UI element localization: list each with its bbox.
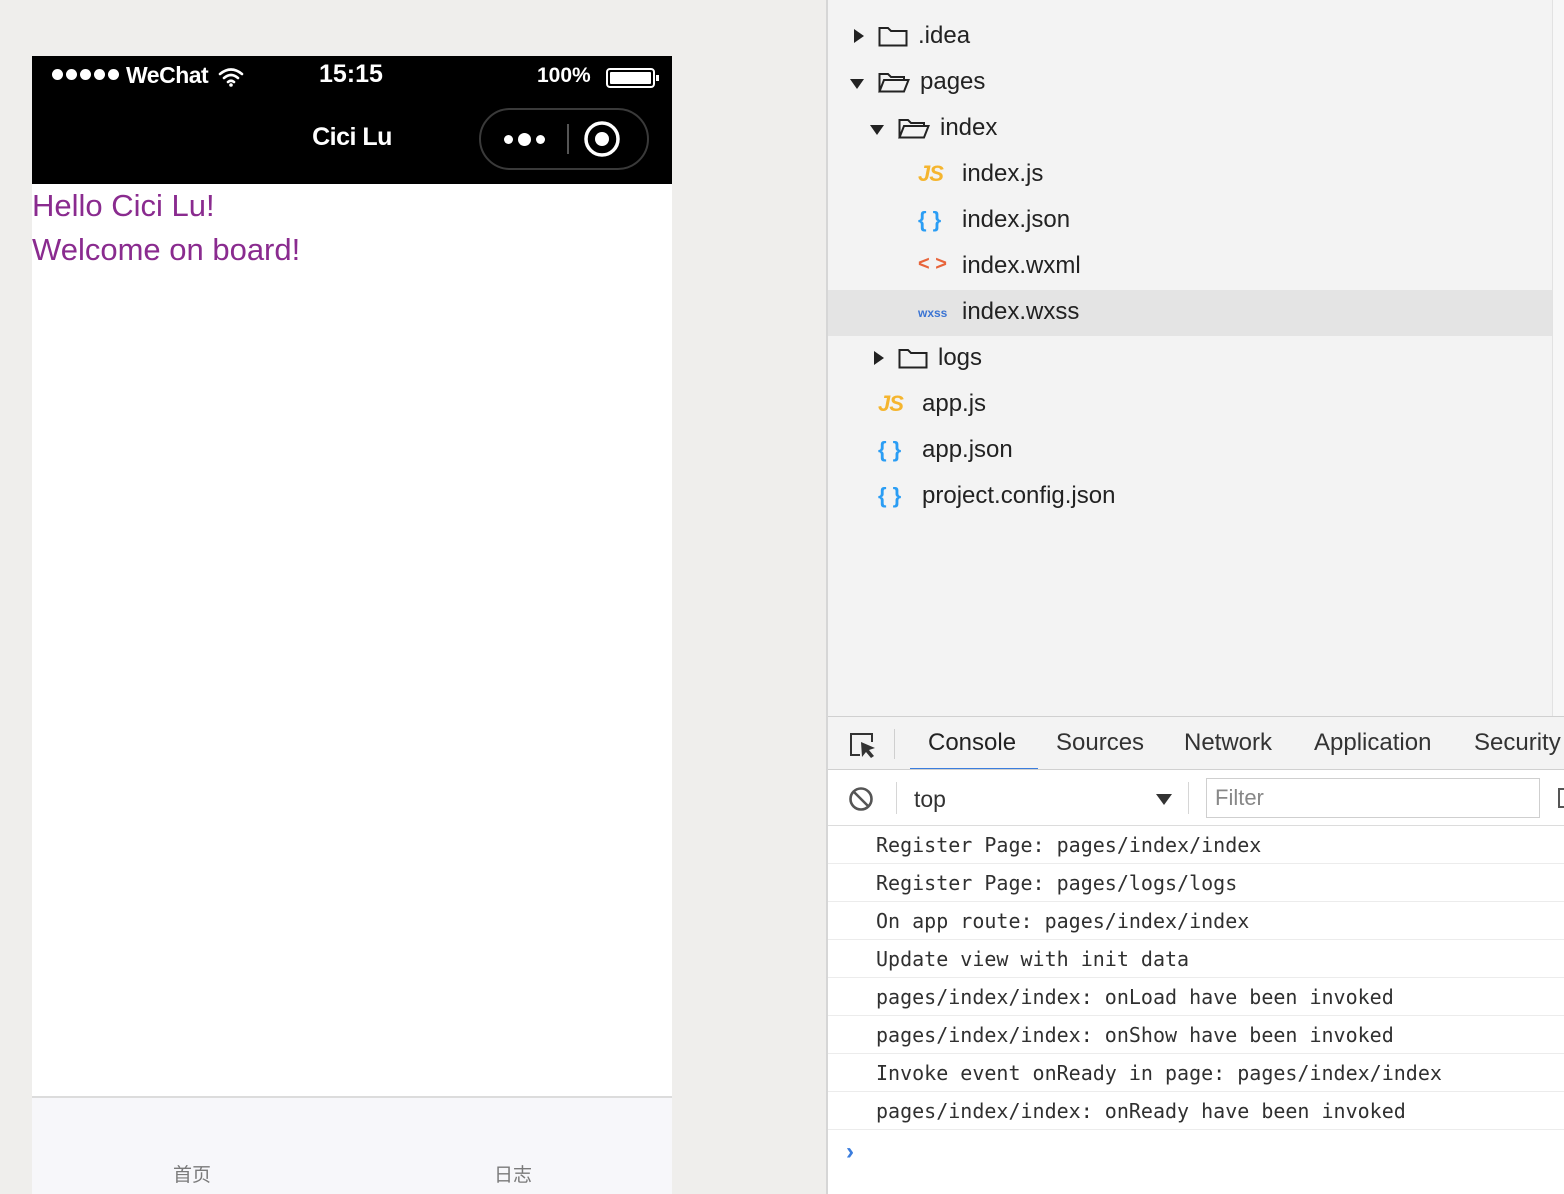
console-line: On app route: pages/index/index <box>828 902 1564 940</box>
menu-capsule <box>479 108 649 170</box>
page-content: Hello Cici Lu! Welcome on board! <box>32 184 672 272</box>
dot-icon <box>535 134 545 144</box>
expand-arrow-icon[interactable] <box>854 29 864 43</box>
console-line: Invoke event onReady in page: pages/inde… <box>828 1054 1564 1092</box>
file-tree: .idea pages index JS index.js { } index.… <box>828 0 1552 716</box>
devtools-panel: Console Sources Network Application Secu… <box>828 716 1564 1194</box>
console-line: Register Page: pages/logs/logs <box>828 864 1564 902</box>
console-line: Register Page: pages/index/index <box>828 826 1564 864</box>
tree-item-label: app.js <box>922 390 987 417</box>
context-selector[interactable]: top <box>902 778 1172 818</box>
toolbar-separator <box>896 782 897 814</box>
console-output: Register Page: pages/index/index Registe… <box>828 826 1564 1130</box>
status-time: 15:15 <box>319 60 383 88</box>
json-file-icon: { } <box>918 207 942 232</box>
phone-simulator: WeChat 15:15 100% Cici Lu Hello Cici Lu!… <box>32 56 672 1194</box>
console-line: pages/index/index: onReady have been inv… <box>828 1092 1564 1130</box>
toolbar-separator <box>1188 782 1189 814</box>
tree-item-pages[interactable]: pages <box>828 60 1552 106</box>
wxml-file-icon: < > <box>918 253 947 275</box>
open-folder-icon <box>898 119 930 139</box>
capsule-divider <box>567 124 569 154</box>
tree-item-label: logs <box>938 344 983 371</box>
tree-item-project-config-json[interactable]: { } project.config.json <box>828 474 1552 520</box>
console-input[interactable]: › <box>846 1132 1546 1172</box>
tree-item-app-js[interactable]: JS app.js <box>828 382 1552 428</box>
tree-item-index-json[interactable]: { } index.json <box>828 198 1552 244</box>
tree-item-label: index.wxml <box>962 252 1081 279</box>
tree-item-label: index.json <box>962 206 1071 233</box>
battery-percentage: 100% <box>537 64 591 87</box>
console-line: pages/index/index: onShow have been invo… <box>828 1016 1564 1054</box>
dot-icon <box>503 134 513 144</box>
carrier-name: WeChat <box>126 62 209 88</box>
tree-item-index-js[interactable]: JS index.js <box>828 152 1552 198</box>
tree-item-label: index.js <box>962 160 1044 187</box>
tree-item-label: .idea <box>918 22 971 49</box>
collapse-arrow-icon[interactable] <box>870 125 884 135</box>
folder-icon <box>878 27 908 47</box>
tab-sources[interactable]: Sources <box>1056 729 1144 757</box>
tab-logs[interactable]: 日志 <box>453 1160 573 1187</box>
battery-icon <box>606 68 659 88</box>
tab-security[interactable]: Security <box>1474 729 1561 757</box>
checkbox-partial[interactable] <box>1558 788 1564 808</box>
tree-item-label: index <box>940 114 998 141</box>
tree-item-idea[interactable]: .idea <box>828 14 1552 60</box>
console-line: pages/index/index: onLoad have been invo… <box>828 978 1564 1016</box>
prompt-chevron-icon: › <box>846 1138 854 1165</box>
open-folder-icon <box>878 73 910 93</box>
tree-item-index-wxss[interactable]: wxss index.wxss <box>828 290 1552 336</box>
context-value: top <box>914 786 946 812</box>
greeting-line: Hello Cici Lu! <box>32 188 215 223</box>
js-file-icon: JS <box>918 161 944 186</box>
devtools-tab-bar: Console Sources Network Application Secu… <box>828 716 1564 770</box>
expand-arrow-icon[interactable] <box>874 351 884 365</box>
navigation-bar: Cici Lu <box>32 98 672 184</box>
inspect-element-icon[interactable] <box>848 731 878 759</box>
close-miniprogram-icon[interactable] <box>579 116 625 162</box>
wxss-file-icon: wxss <box>918 306 948 320</box>
welcome-line: Welcome on board! <box>32 232 301 267</box>
tab-bar: 首页 日志 <box>32 1096 672 1194</box>
folder-icon <box>898 349 928 369</box>
dot-icon <box>517 132 531 146</box>
console-line: Update view with init data <box>828 940 1564 978</box>
tree-item-label: project.config.json <box>922 482 1116 509</box>
tree-item-app-json[interactable]: { } app.json <box>828 428 1552 474</box>
collapse-arrow-icon[interactable] <box>850 79 864 89</box>
tree-item-logs[interactable]: logs <box>828 336 1552 382</box>
tab-separator <box>894 729 895 759</box>
status-bar: WeChat 15:15 100% <box>32 56 672 98</box>
clear-console-icon[interactable] <box>848 786 874 812</box>
tab-home[interactable]: 首页 <box>132 1160 252 1187</box>
wifi-icon <box>218 68 244 87</box>
file-tree-scrollbar[interactable] <box>1552 0 1564 716</box>
dropdown-caret-icon <box>1156 794 1172 805</box>
tree-item-label: app.json <box>922 436 1013 463</box>
tree-item-index-wxml[interactable]: < > index.wxml <box>828 244 1552 290</box>
console-toolbar: top <box>828 770 1564 826</box>
tree-item-index-folder[interactable]: index <box>828 106 1552 152</box>
signal-strength-icon <box>52 69 119 80</box>
json-file-icon: { } <box>878 437 902 462</box>
filter-input[interactable] <box>1206 778 1540 818</box>
more-options-button[interactable] <box>481 110 567 168</box>
tab-application[interactable]: Application <box>1314 729 1431 757</box>
tree-item-label: pages <box>920 68 986 95</box>
json-file-icon: { } <box>878 483 902 508</box>
tree-item-label: index.wxss <box>962 298 1080 325</box>
tab-network[interactable]: Network <box>1184 729 1272 757</box>
ide-right-pane: .idea pages index JS index.js { } index.… <box>826 0 1564 1194</box>
tab-console[interactable]: Console <box>928 729 1016 757</box>
js-file-icon: JS <box>878 391 904 416</box>
